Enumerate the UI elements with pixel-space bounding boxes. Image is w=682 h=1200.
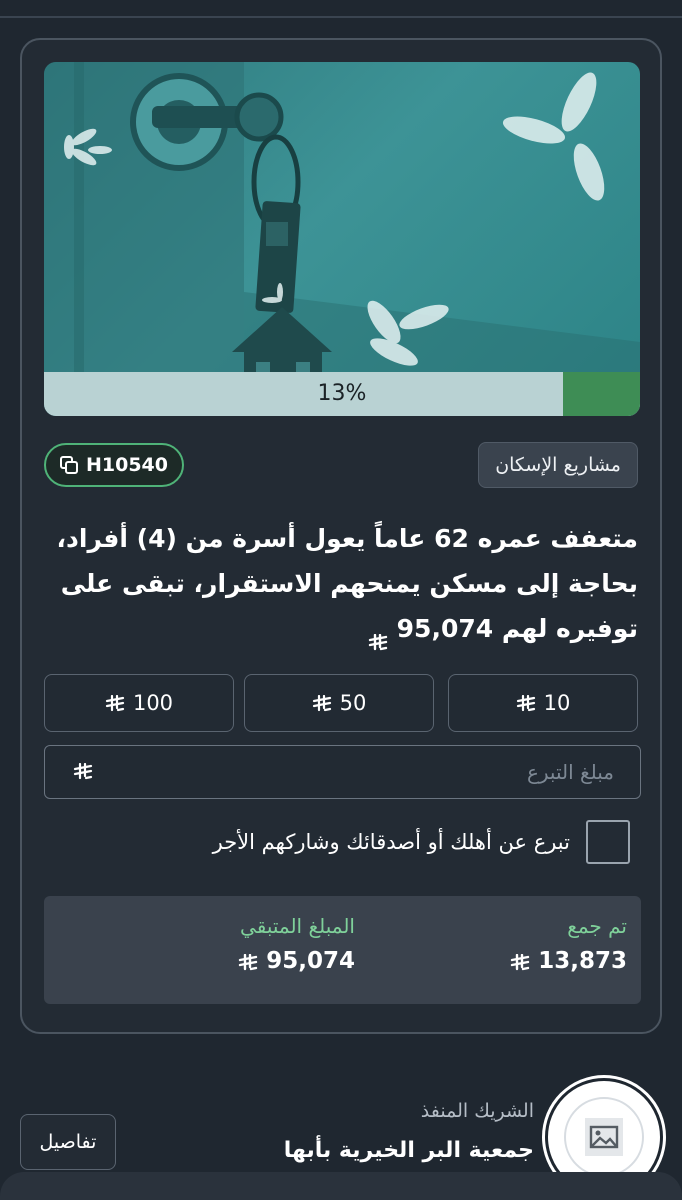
amount-button-label: 10: [543, 691, 571, 715]
copy-icon: [58, 454, 80, 476]
gift-donation-row[interactable]: تبرع عن أهلك أو أصدقائك وشاركهم الأجر: [213, 820, 630, 864]
amount-button-label: 100: [132, 691, 174, 715]
remaining-value-row: 95,074: [238, 948, 355, 974]
project-card: 13% مشاريع الإسكان H10540 متعفف عمره 62 …: [20, 38, 662, 1034]
key-house-illustration: [44, 62, 640, 416]
amount-button-10[interactable]: 10: [448, 674, 638, 732]
donation-amount-input[interactable]: مبلغ التبرع: [44, 745, 641, 799]
funding-stats: تم جمع 13,873 المبلغ المتبقي 95,074: [44, 896, 641, 1004]
project-code-chip[interactable]: H10540: [44, 443, 185, 487]
partner-name[interactable]: جمعية البر الخيرية بأبها: [284, 1138, 534, 1163]
riyal-icon: [510, 952, 530, 971]
partner-avatar-ring: [564, 1097, 644, 1177]
project-code: H10540: [86, 454, 169, 476]
collected-value: 13,873: [538, 948, 627, 974]
project-image: 13%: [44, 62, 640, 416]
amount-button-50[interactable]: 50: [244, 674, 434, 732]
riyal-icon: [368, 621, 388, 651]
riyal-icon: [312, 694, 332, 712]
collected-label: تم جمع: [567, 914, 627, 938]
remaining-value: 95,074: [266, 948, 355, 974]
details-button[interactable]: تفاصيل: [20, 1114, 116, 1170]
project-description: متعفف عمره 62 عاماً يعول أسرة من (4) أفر…: [38, 516, 638, 651]
category-chip[interactable]: مشاريع الإسكان: [478, 442, 638, 488]
collected-value-row: 13,873: [510, 948, 627, 974]
amount-button-100[interactable]: 100: [44, 674, 234, 732]
partner-label: الشريك المنفذ: [420, 1100, 534, 1122]
top-divider: [0, 16, 682, 18]
riyal-icon: [238, 952, 258, 971]
collected-stat: تم جمع 13,873: [510, 914, 627, 974]
image-placeholder-icon: [585, 1118, 623, 1156]
riyal-icon: [105, 694, 125, 712]
amount-button-label: 50: [339, 691, 367, 715]
remaining-label: المبلغ المتبقي: [240, 914, 355, 938]
funding-progress-bar: 13%: [44, 372, 640, 416]
donation-amount-placeholder: مبلغ التبرع: [526, 760, 614, 784]
gift-donation-checkbox[interactable]: [586, 820, 630, 864]
project-description-text: متعفف عمره 62 عاماً يعول أسرة من (4) أفر…: [56, 524, 638, 643]
riyal-icon: [516, 694, 536, 712]
remaining-stat: المبلغ المتبقي 95,074: [238, 914, 355, 974]
riyal-icon: [73, 762, 93, 785]
funding-progress-label: 13%: [317, 381, 367, 406]
gift-donation-label: تبرع عن أهلك أو أصدقائك وشاركهم الأجر: [212, 830, 570, 854]
bottom-sheet-edge: [0, 1172, 682, 1200]
